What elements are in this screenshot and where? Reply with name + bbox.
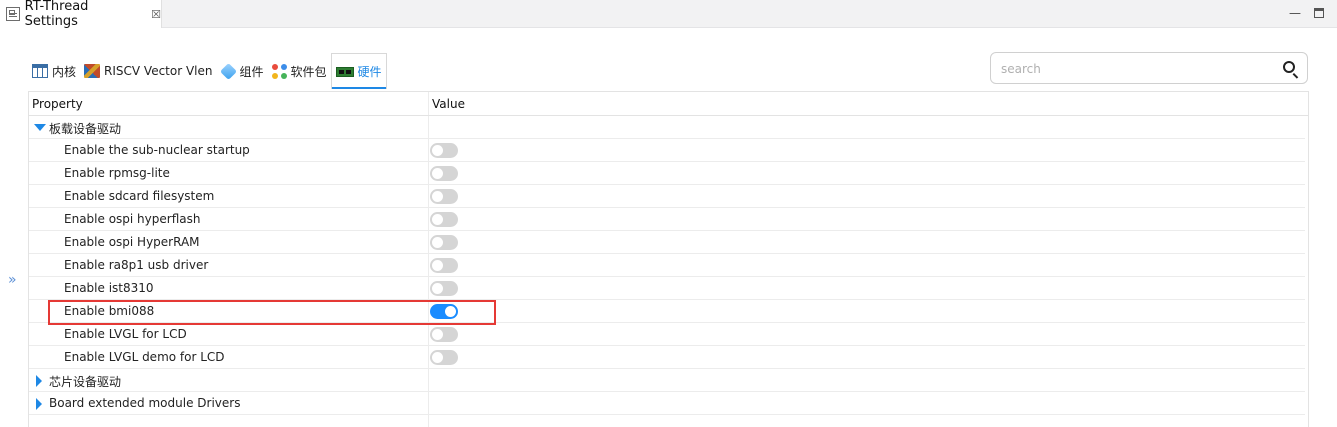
expand-panel-icon[interactable]: » — [8, 272, 16, 288]
tab-label: 软件包 — [290, 64, 327, 79]
minimize-icon[interactable]: — — [1289, 6, 1301, 20]
table-row[interactable]: Enable ra8p1 usb driver — [29, 254, 1305, 277]
tree-group-onboard-drivers[interactable]: 板载设备驱动 — [29, 116, 1305, 139]
editor-tab-rt-thread-settings[interactable]: RT-Thread Settings ☒ — [0, 0, 162, 29]
table-row[interactable]: Enable sdcard filesystem — [29, 185, 1305, 208]
kernel-icon — [32, 64, 48, 78]
tab-kernel[interactable]: 内核 — [28, 53, 80, 89]
toggle-switch[interactable] — [430, 166, 458, 181]
property-table: Property Value 板载设备驱动 Enable the sub-nuc… — [28, 91, 1309, 427]
toggle-switch[interactable] — [430, 350, 458, 365]
tab-label: RISCV Vector Vlen — [104, 64, 213, 78]
tab-label: 内核 — [52, 64, 77, 79]
close-icon[interactable]: ☒ — [151, 8, 161, 21]
maximize-icon[interactable] — [1314, 8, 1324, 18]
table-row[interactable]: Enable rpmsg-lite — [29, 162, 1305, 185]
tab-label: 组件 — [239, 64, 264, 79]
package-icon — [271, 63, 287, 79]
table-row[interactable]: Enable LVGL demo for LCD — [29, 346, 1305, 369]
toggle-switch[interactable] — [430, 281, 458, 296]
toggle-switch[interactable] — [430, 258, 458, 273]
property-label: Enable ist8310 — [64, 281, 154, 295]
table-row[interactable]: Enable the sub-nuclear startup — [29, 139, 1305, 162]
group-label: 芯片设备驱动 — [49, 375, 122, 389]
tab-components[interactable]: 组件 — [217, 53, 268, 89]
toggle-switch-on[interactable] — [430, 304, 458, 319]
property-label: Enable ospi HyperRAM — [64, 235, 200, 249]
settings-tab-strip: 内核 RISCV Vector Vlen 组件 软件包 硬件 — [28, 53, 387, 89]
property-label: Enable rpmsg-lite — [64, 166, 170, 180]
editor-tab-title: RT-Thread Settings — [24, 0, 89, 29]
search-input[interactable] — [1001, 60, 1271, 78]
property-label: Enable bmi088 — [64, 304, 155, 318]
tab-label: 硬件 — [357, 65, 382, 79]
riscv-icon — [84, 64, 101, 78]
editor-tab-bar: RT-Thread Settings ☒ — — [0, 0, 1337, 29]
group-label: Board extended module Drivers — [49, 396, 241, 410]
hardware-icon — [335, 66, 354, 77]
property-label: Enable sdcard filesystem — [64, 189, 215, 203]
table-row[interactable]: Enable LVGL for LCD — [29, 323, 1305, 346]
table-row[interactable]: Enable ospi HyperRAM — [29, 231, 1305, 254]
toggle-switch[interactable] — [430, 212, 458, 227]
toggle-switch[interactable] — [430, 327, 458, 342]
column-header-value[interactable]: Value — [432, 97, 465, 111]
table-header: Property Value — [29, 92, 1308, 116]
property-label: Enable LVGL demo for LCD — [64, 350, 225, 364]
collapse-caret-icon[interactable] — [36, 398, 42, 410]
property-label: Enable LVGL for LCD — [64, 327, 187, 341]
property-label: Enable ra8p1 usb driver — [64, 258, 209, 272]
table-row[interactable]: Enable ist8310 — [29, 277, 1305, 300]
table-row-bmi088[interactable]: Enable bmi088 — [29, 300, 1305, 323]
settings-file-icon — [6, 7, 20, 21]
component-icon — [219, 62, 237, 80]
expand-caret-icon[interactable] — [34, 124, 46, 131]
search-icon[interactable] — [1283, 61, 1295, 73]
tree-group-board-extended-modules[interactable]: Board extended module Drivers — [29, 392, 1305, 415]
toggle-switch[interactable] — [430, 235, 458, 250]
collapse-caret-icon[interactable] — [36, 375, 42, 387]
column-header-property[interactable]: Property — [32, 97, 83, 111]
tab-packages[interactable]: 软件包 — [268, 53, 331, 89]
property-label: Enable the sub-nuclear startup — [64, 143, 250, 157]
tab-riscv-vector-vlen[interactable]: RISCV Vector Vlen — [80, 53, 216, 89]
tab-hardware[interactable]: 硬件 — [330, 53, 387, 89]
table-row[interactable]: Enable ospi hyperflash — [29, 208, 1305, 231]
toggle-switch[interactable] — [430, 189, 458, 204]
toggle-switch[interactable] — [430, 143, 458, 158]
search-box — [990, 52, 1308, 84]
group-label: 板载设备驱动 — [49, 122, 122, 136]
tree-group-chip-drivers[interactable]: 芯片设备驱动 — [29, 369, 1305, 392]
property-label: Enable ospi hyperflash — [64, 212, 201, 226]
